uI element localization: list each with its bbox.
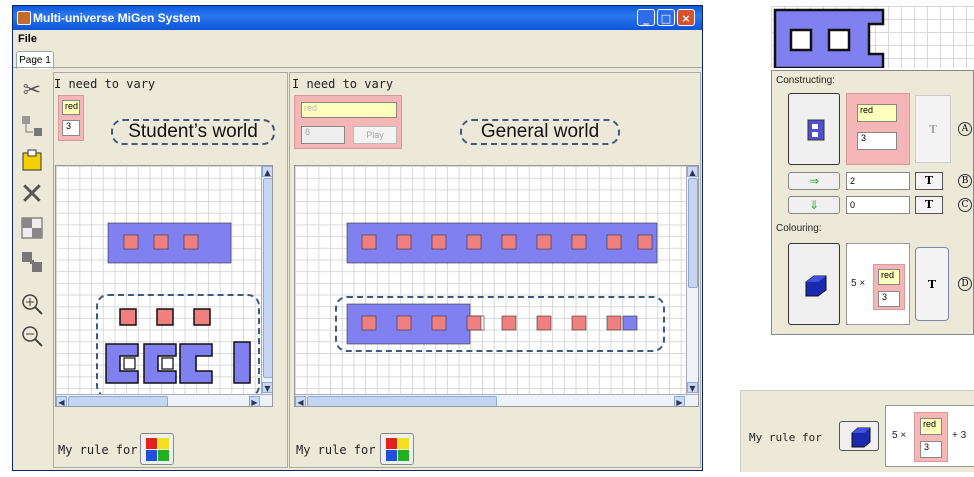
general-world-pane: I need to vary red 8 Play General world (289, 72, 701, 468)
student-world-pane: I need to vary red 3 Student’s world ▲ ▼… (53, 72, 288, 468)
general-canvas[interactable]: ▲ ▼ ◀ ▶ (294, 165, 699, 407)
general-world-callout: General world (460, 119, 620, 145)
move-down-value[interactable]: 0 (846, 196, 910, 214)
callout-d: D (958, 277, 972, 291)
rule-label: My rule for (296, 443, 376, 457)
building-color[interactable]: red (857, 104, 897, 122)
variable-color[interactable]: red (62, 100, 80, 115)
general-world-label: General world (480, 121, 600, 142)
student-world-label: Student’s world (128, 121, 258, 142)
zoom-out-icon[interactable] (17, 324, 47, 350)
building-block-button[interactable] (788, 93, 840, 165)
scissors-icon[interactable]: ✂ (17, 78, 47, 104)
rule-label: My rule for (58, 443, 138, 457)
colour-block-button[interactable] (788, 243, 840, 325)
variable-color: red (301, 102, 397, 118)
window-title: Multi-universe MiGen System (33, 11, 201, 25)
close-button[interactable]: × (677, 9, 695, 26)
app-icon (17, 11, 31, 25)
move-down-button[interactable]: ⇓ (788, 196, 840, 214)
paste-icon[interactable] (17, 148, 47, 174)
rule-plus: + 3 (952, 430, 967, 441)
rule-times: 5 × (892, 430, 907, 441)
app-window: Multi-universe MiGen System _ □ × File P… (12, 5, 703, 471)
student-canvas[interactable]: ▲ ▼ ◀ ▶ (55, 165, 273, 407)
general-pattern-callout (335, 296, 665, 352)
colour-color[interactable]: red (878, 269, 900, 285)
rule-block-button[interactable] (839, 421, 879, 451)
student-hscroll[interactable]: ◀ ▶ (56, 394, 272, 406)
join-icon[interactable] (17, 250, 47, 276)
rule-color[interactable]: red (920, 418, 942, 435)
maximize-button[interactable]: □ (657, 9, 675, 26)
colouring-label: Colouring: (776, 223, 822, 234)
pattern-thumbnail (771, 6, 974, 68)
general-vscroll[interactable]: ▲ ▼ (686, 166, 698, 394)
colour-number[interactable]: 3 (878, 291, 900, 307)
rule-var-box: red 3 (914, 412, 948, 462)
colour-expression: 5 × red 3 (846, 243, 910, 325)
variable-box: red 8 Play (294, 95, 402, 149)
general-hscroll[interactable]: ◀ ▶ (295, 394, 698, 406)
rule-label: My rule for (749, 431, 822, 444)
student-vscroll[interactable]: ▲ ▼ (261, 166, 272, 394)
constructing-label: Constructing: (776, 75, 835, 86)
rule-colors-button[interactable] (140, 433, 174, 465)
t-button-b[interactable]: T (915, 172, 943, 190)
delete-icon[interactable]: ✕ (17, 180, 47, 210)
callout-c: C (958, 198, 972, 212)
menu-file[interactable]: File (18, 33, 37, 45)
title-bar: Multi-universe MiGen System _ □ × (13, 6, 702, 30)
split-icon[interactable] (17, 216, 47, 242)
t-button-a[interactable]: T (915, 95, 951, 163)
t-button-c[interactable]: T (915, 196, 943, 214)
need-to-vary-label: I need to vary (292, 77, 394, 91)
building-number[interactable]: 3 (857, 132, 897, 150)
group-icon[interactable] (17, 114, 47, 140)
move-right-value[interactable]: 2 (846, 172, 910, 190)
minimize-button[interactable]: _ (637, 9, 655, 26)
colour-var-box: red 3 (873, 264, 905, 310)
rule-expression: 5 × red 3 + 3 (885, 405, 974, 467)
callout-a: A (958, 122, 972, 136)
pattern-top (107, 222, 232, 264)
callout-b: B (958, 174, 972, 188)
pattern-top (346, 222, 658, 264)
building-var-box: red 3 (846, 93, 910, 165)
colour-times: 5 × (851, 278, 866, 289)
variable-box: red 3 (58, 95, 84, 141)
t-button-d[interactable]: T (915, 247, 949, 321)
rule-colors-button[interactable] (380, 433, 414, 465)
student-pattern-callout (96, 294, 260, 398)
variable-value: 8 (301, 126, 345, 144)
rule-expression-panel: My rule for 5 × red 3 + 3 (740, 390, 974, 472)
menu-bar: File (13, 30, 702, 48)
zoom-in-icon[interactable] (17, 292, 47, 318)
move-right-button[interactable]: ⇒ (788, 172, 840, 190)
property-panel: Constructing: red 3 T ⇒ 2 T ⇓ 0 T Colour… (771, 70, 974, 335)
toolbar: ✂ ✕ (13, 70, 53, 400)
play-button[interactable]: Play (353, 126, 397, 144)
rule-number[interactable]: 3 (920, 441, 942, 458)
variable-value[interactable]: 3 (62, 120, 80, 136)
need-to-vary-label: I need to vary (54, 77, 156, 91)
tab-strip: Page 1 (13, 48, 702, 69)
student-world-callout: Student’s world (111, 119, 275, 145)
